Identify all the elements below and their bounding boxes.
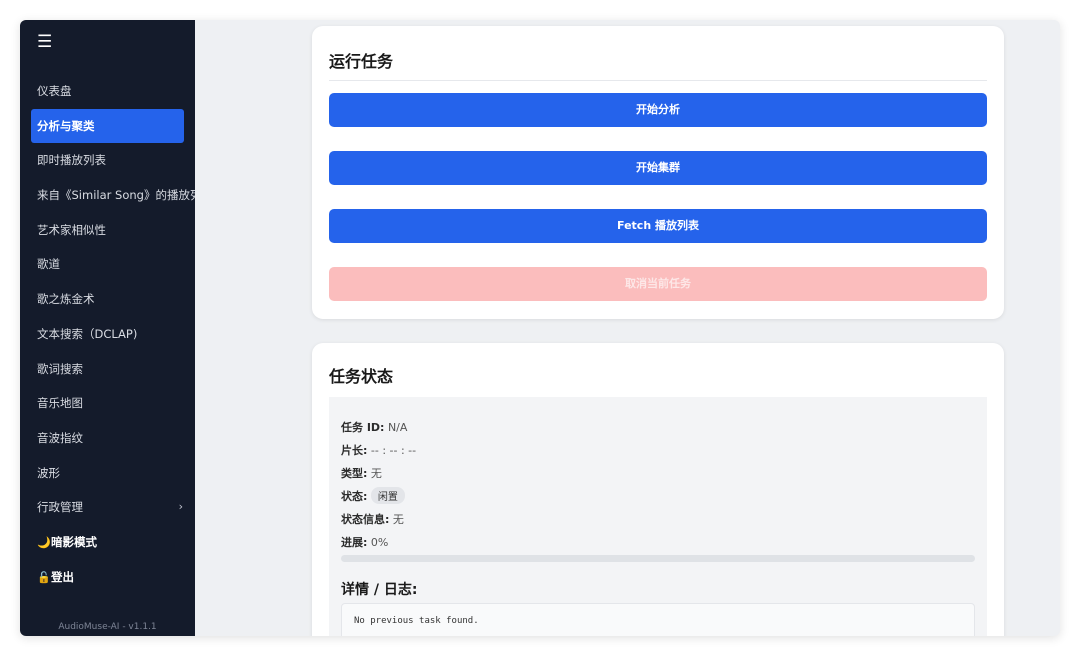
task-id-label: 任务 ID: bbox=[341, 421, 385, 434]
sidebar-item-label: 歌词搜索 bbox=[37, 361, 83, 376]
version-label: AudioMuse-AI - v1.1.1 bbox=[58, 622, 157, 632]
start-analysis-button[interactable]: 开始分析 bbox=[329, 93, 987, 127]
sidebar-item-instant-playlist[interactable]: 即时播放列表 bbox=[20, 143, 195, 178]
type-value: 无 bbox=[370, 467, 382, 480]
sidebar-item-music-map[interactable]: 音乐地图 bbox=[20, 386, 195, 421]
fetch-playlists-button[interactable]: Fetch 播放列表 bbox=[329, 209, 987, 243]
type-label: 类型: bbox=[341, 467, 368, 480]
start-clustering-button[interactable]: 开始集群 bbox=[329, 151, 987, 185]
log-output: No previous task found. bbox=[341, 603, 975, 636]
status-box: 任务 ID: N/A 片长: -- : -- : -- 类型: 无 状态: 闲置… bbox=[329, 397, 987, 636]
sidebar-item-label: 歌道 bbox=[37, 257, 60, 272]
main-content: 运行任务 开始分析 开始集群 Fetch 播放列表 取消当前任务 任务状态 任务… bbox=[195, 20, 1060, 636]
unlock-icon: 🔓 bbox=[37, 570, 51, 584]
sidebar: ☰ 仪表盘 分析与聚类 即时播放列表 来自《Similar Song》的播放列表… bbox=[20, 20, 195, 636]
sidebar-item-label: 来自《Similar Song》的播放列表 bbox=[37, 188, 195, 203]
sidebar-item-label: 暗影模式 bbox=[51, 534, 97, 549]
progress-label: 进展: bbox=[341, 536, 368, 549]
type-field: 类型: 无 bbox=[341, 465, 382, 481]
sidebar-item-label: 艺术家相似性 bbox=[37, 222, 106, 237]
sidebar-item-label: 文本搜索（DCLAP) bbox=[37, 326, 138, 341]
progress-value: 0% bbox=[370, 536, 389, 549]
details-log-title: 详情 / 日志: bbox=[341, 582, 418, 598]
duration-field: 片长: -- : -- : -- bbox=[341, 442, 416, 458]
progress-field: 进展: 0% bbox=[341, 534, 388, 550]
moon-icon: 🌙 bbox=[37, 535, 51, 549]
sidebar-item-similar-song-playlist[interactable]: 来自《Similar Song》的播放列表 bbox=[20, 178, 195, 213]
sidebar-item-label: 行政管理 bbox=[37, 500, 83, 515]
sidebar-nav: 仪表盘 分析与聚类 即时播放列表 来自《Similar Song》的播放列表 艺… bbox=[20, 74, 195, 594]
divider bbox=[329, 80, 987, 81]
state-info-value: 无 bbox=[392, 513, 404, 526]
status-badge: 闲置 bbox=[370, 487, 405, 504]
task-id-field: 任务 ID: N/A bbox=[341, 419, 407, 435]
run-tasks-title: 运行任务 bbox=[329, 52, 394, 71]
progress-bar bbox=[341, 555, 975, 562]
task-status-card: 任务状态 任务 ID: N/A 片长: -- : -- : -- 类型: 无 状… bbox=[312, 343, 1004, 636]
sidebar-item-label: 仪表盘 bbox=[37, 84, 72, 98]
sidebar-item-song-alchemy[interactable]: 歌之炼金术 bbox=[20, 282, 195, 317]
sidebar-item-label: 即时播放列表 bbox=[37, 153, 106, 168]
sidebar-item-administration[interactable]: 行政管理 › bbox=[20, 490, 195, 525]
sidebar-item-label: 登出 bbox=[51, 569, 74, 584]
sidebar-item-lyrics-search[interactable]: 歌词搜索 bbox=[20, 352, 195, 387]
state-info-label: 状态信息: bbox=[341, 513, 390, 526]
sidebar-item-analysis-clustering[interactable]: 分析与聚类 bbox=[31, 108, 184, 144]
sidebar-item-label: 歌之炼金术 bbox=[37, 292, 95, 307]
sidebar-item-audio-fingerprint[interactable]: 音波指纹 bbox=[20, 421, 195, 456]
sidebar-item-label: 分析与聚类 bbox=[37, 118, 95, 133]
sidebar-item-label: 音波指纹 bbox=[37, 430, 83, 445]
chevron-right-icon: › bbox=[178, 500, 183, 514]
task-id-value: N/A bbox=[387, 421, 408, 434]
sidebar-item-dashboard[interactable]: 仪表盘 bbox=[20, 74, 195, 109]
state-field: 状态: 闲置 bbox=[341, 487, 405, 504]
duration-label: 片长: bbox=[341, 444, 368, 457]
sidebar-item-text-search[interactable]: 文本搜索（DCLAP) bbox=[20, 317, 195, 352]
sidebar-item-dark-mode[interactable]: 🌙暗影模式 bbox=[20, 525, 195, 560]
state-label: 状态: bbox=[341, 490, 368, 503]
sidebar-item-song-path[interactable]: 歌道 bbox=[20, 247, 195, 282]
task-status-title: 任务状态 bbox=[329, 367, 394, 386]
sidebar-item-label: 音乐地图 bbox=[37, 396, 83, 411]
sidebar-item-label: 波形 bbox=[37, 465, 60, 480]
run-tasks-card: 运行任务 开始分析 开始集群 Fetch 播放列表 取消当前任务 bbox=[312, 26, 1004, 319]
sidebar-item-logout[interactable]: 🔓登出 bbox=[20, 560, 195, 595]
sidebar-item-artist-similarity[interactable]: 艺术家相似性 bbox=[20, 213, 195, 248]
sidebar-item-waveform[interactable]: 波形 bbox=[20, 456, 195, 491]
state-info-field: 状态信息: 无 bbox=[341, 511, 404, 527]
app-window: ☰ 仪表盘 分析与聚类 即时播放列表 来自《Similar Song》的播放列表… bbox=[20, 20, 1060, 636]
menu-icon[interactable]: ☰ bbox=[37, 32, 52, 52]
cancel-task-button: 取消当前任务 bbox=[329, 267, 987, 301]
duration-value: -- : -- : -- bbox=[370, 444, 417, 457]
